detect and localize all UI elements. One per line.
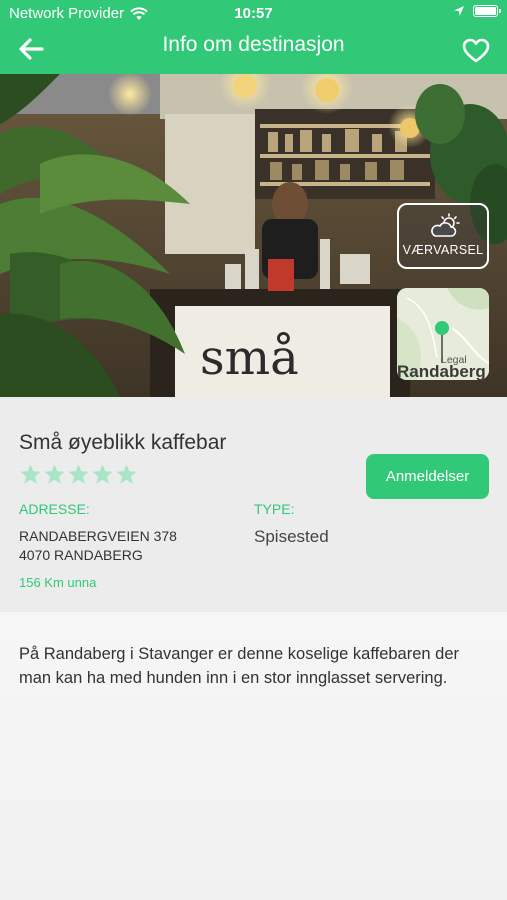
star-icon[interactable]: [43, 463, 66, 486]
partly-cloudy-icon: [431, 213, 460, 237]
rating-stars[interactable]: [19, 463, 138, 486]
top-bar: Network Provider 10:57 Info om destinasj…: [0, 0, 507, 74]
weather-label: VÆRVARSEL: [402, 243, 484, 257]
location-arrow-icon: [454, 6, 464, 16]
page-title: Info om destinasjon: [162, 33, 345, 56]
address-line-2: 4070 RANDABERG: [19, 547, 143, 563]
address-line-1: RANDABERGVEIEN 378: [19, 528, 177, 544]
description-text: På Randaberg i Stavanger er denne koseli…: [19, 645, 459, 687]
star-icon[interactable]: [91, 463, 114, 486]
weather-forecast-button[interactable]: VÆRVARSEL: [397, 203, 489, 269]
status-time: 10:57: [234, 5, 273, 22]
address-block: RANDABERGVEIEN 378 4070 RANDABERG: [19, 527, 177, 565]
star-icon[interactable]: [19, 463, 42, 486]
status-bar: Network Provider 10:57: [0, 0, 507, 28]
map-pin-icon: [435, 321, 449, 335]
heart-outline-icon[interactable]: [462, 37, 490, 65]
map-town-label: Randaberg: [397, 362, 486, 380]
type-label: TYPE:: [254, 501, 295, 517]
nav-bar: Info om destinasjon: [0, 28, 507, 74]
distance-label: 156 Km unna: [19, 575, 97, 590]
sign-text: små: [200, 330, 299, 386]
map-thumbnail[interactable]: Legal Randaberg: [397, 288, 489, 380]
battery-icon: [473, 5, 501, 17]
destination-info: Små øyeblikk kaffebar Anmeldelser ADRESS…: [0, 397, 507, 612]
star-icon[interactable]: [67, 463, 90, 486]
place-name: Små øyeblikk kaffebar: [19, 431, 227, 454]
address-label: ADRESSE:: [19, 501, 90, 517]
type-value: Spisested: [254, 527, 329, 546]
star-icon[interactable]: [115, 463, 138, 486]
reviews-button[interactable]: Anmeldelser: [366, 454, 489, 499]
destination-photo: små VÆRVARSEL Legal Randaberg: [0, 74, 507, 397]
description-section: På Randaberg i Stavanger er denne koseli…: [0, 612, 507, 900]
